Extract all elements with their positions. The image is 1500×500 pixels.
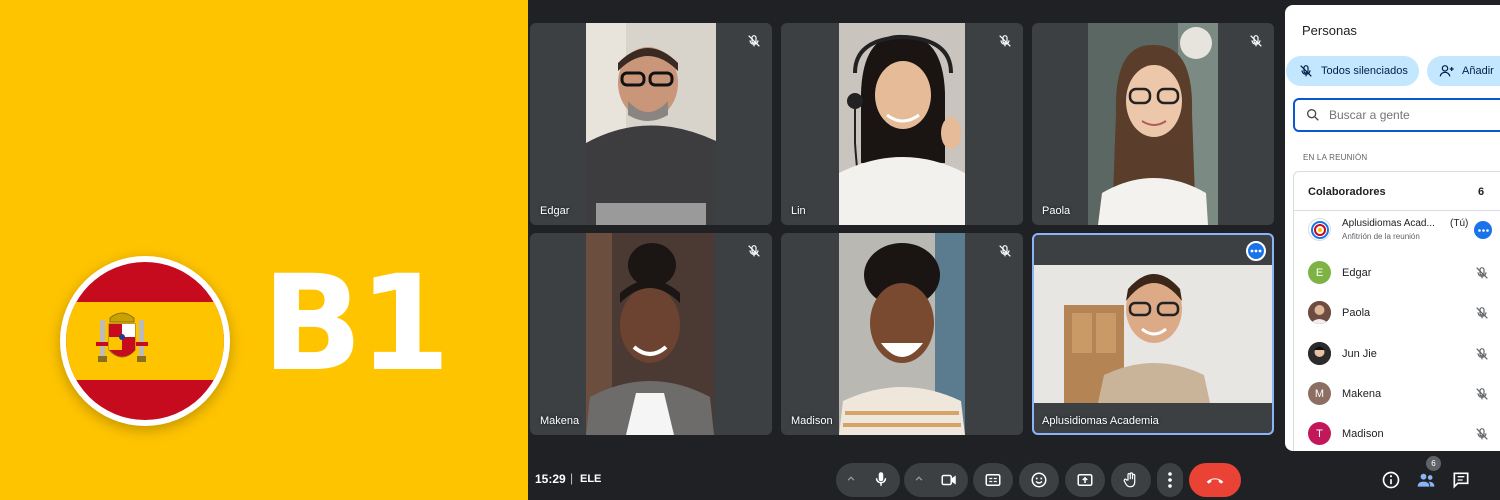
- people-icon[interactable]: [1416, 470, 1436, 490]
- add-people-button[interactable]: Añadir: [1427, 56, 1500, 86]
- captions-button[interactable]: [973, 463, 1013, 497]
- section-label: EN LA REUNIÓN: [1303, 153, 1368, 162]
- host-name: Aplusidiomas Acad...: [1342, 218, 1435, 229]
- group-label[interactable]: Colaboradores: [1308, 186, 1386, 198]
- people-count-badge: 6: [1426, 456, 1441, 471]
- avatar: [1308, 218, 1331, 241]
- mic-off-icon[interactable]: [1474, 305, 1490, 321]
- video-tile[interactable]: Makena: [530, 233, 772, 435]
- end-call-icon: [1206, 478, 1224, 484]
- video-tile[interactable]: Madison: [781, 233, 1023, 435]
- level-label: B1: [262, 247, 450, 401]
- end-call-button[interactable]: [1189, 463, 1241, 497]
- mute-all-label: Todos silenciados: [1321, 65, 1408, 77]
- video-tile[interactable]: Edgar: [530, 23, 772, 225]
- list-item[interactable]: T Madison: [1308, 420, 1500, 448]
- participant-name: Edgar: [1342, 267, 1372, 279]
- avatar: E: [1308, 261, 1331, 284]
- participant-name: Madison: [1342, 428, 1384, 440]
- mic-off-icon: [748, 245, 760, 257]
- participant-video: [586, 233, 714, 435]
- tile-name: Lin: [791, 205, 806, 217]
- spain-flag-badge: [60, 256, 230, 426]
- host-role: Anfitrión de la reunión: [1342, 232, 1420, 241]
- mic-off-icon: [1250, 35, 1262, 47]
- participant-name: Paola: [1342, 307, 1371, 319]
- tile-name: Paola: [1042, 205, 1071, 217]
- video-tile-active[interactable]: Aplusidiomas Academia: [1032, 233, 1274, 435]
- add-person-icon: [1439, 65, 1454, 77]
- list-item-host[interactable]: Aplusidiomas Acad... (Tú) Anfitrión de l…: [1308, 216, 1500, 244]
- mic-off-icon[interactable]: [1474, 386, 1490, 402]
- list-item[interactable]: Paola: [1308, 299, 1500, 327]
- captions-icon: [985, 474, 1001, 486]
- tile-name: Aplusidiomas Academia: [1042, 415, 1159, 427]
- you-label: (Tú): [1450, 218, 1469, 229]
- people-panel: Personas Todos silenciados Añadir EN LA …: [1285, 5, 1500, 451]
- spain-flag-icon: [66, 262, 224, 420]
- avatar: [1308, 301, 1331, 324]
- list-item[interactable]: M Makena: [1308, 380, 1500, 408]
- mic-off-icon[interactable]: [1474, 346, 1490, 362]
- raise-hand-icon: [1123, 472, 1136, 488]
- search-input[interactable]: [1329, 108, 1479, 122]
- avatar: [1308, 342, 1331, 365]
- caret-up-icon[interactable]: [912, 472, 926, 486]
- caret-up-icon[interactable]: [844, 472, 858, 486]
- participant-name: Jun Jie: [1342, 348, 1377, 360]
- video-tile[interactable]: Paola: [1032, 23, 1274, 225]
- search-icon: [1307, 109, 1319, 121]
- camera-control-group: [904, 463, 968, 497]
- meeting-code: ELE: [580, 473, 602, 485]
- emoji-icon: [1031, 472, 1047, 488]
- list-item[interactable]: Jun Jie: [1308, 340, 1500, 368]
- panel-title: Personas: [1302, 23, 1357, 38]
- mic-icon[interactable]: [872, 470, 890, 488]
- chat-icon[interactable]: [1451, 470, 1471, 490]
- tile-name: Madison: [791, 415, 833, 427]
- mic-control-group: [836, 463, 900, 497]
- list-item[interactable]: E Edgar: [1308, 259, 1500, 287]
- tile-name: Makena: [540, 415, 580, 427]
- meeting-clock: 15:29: [535, 472, 566, 486]
- participant-video: [586, 23, 716, 225]
- collaborators-group: Colaboradores 6 Aplusidiomas Acad... (Tú…: [1293, 171, 1500, 451]
- separator: |: [570, 471, 574, 485]
- camera-icon[interactable]: [940, 471, 958, 489]
- mute-all-button[interactable]: Todos silenciados: [1286, 56, 1419, 86]
- participant-video: [1088, 23, 1218, 225]
- present-button[interactable]: [1065, 463, 1105, 497]
- mic-off-icon[interactable]: [1474, 426, 1490, 442]
- video-tile[interactable]: Lin: [781, 23, 1023, 225]
- more-options-icon[interactable]: [1246, 241, 1266, 261]
- group-count: 6: [1478, 186, 1485, 198]
- participant-name: Makena: [1342, 388, 1382, 400]
- tile-name: Edgar: [540, 205, 570, 217]
- divider: [1294, 210, 1500, 211]
- mic-off-icon[interactable]: [1474, 265, 1490, 281]
- search-box: [1293, 98, 1500, 132]
- raise-hand-button[interactable]: [1111, 463, 1151, 497]
- mic-off-icon: [748, 35, 760, 47]
- more-options-button[interactable]: [1157, 463, 1183, 497]
- emoji-button[interactable]: [1019, 463, 1059, 497]
- banner-panel: B1: [0, 0, 528, 500]
- avatar: T: [1308, 422, 1331, 445]
- add-people-label: Añadir: [1462, 65, 1494, 77]
- participant-video: [839, 233, 965, 435]
- mic-off-icon: [999, 245, 1011, 257]
- present-icon: [1077, 474, 1093, 486]
- more-vert-icon: [1168, 472, 1172, 488]
- info-icon[interactable]: [1381, 470, 1401, 490]
- more-options-icon[interactable]: [1474, 221, 1492, 239]
- participant-video: [839, 23, 965, 225]
- mic-off-icon: [999, 35, 1011, 47]
- mic-off-icon: [1300, 65, 1312, 77]
- participant-video: [1034, 265, 1272, 403]
- avatar: M: [1308, 382, 1331, 405]
